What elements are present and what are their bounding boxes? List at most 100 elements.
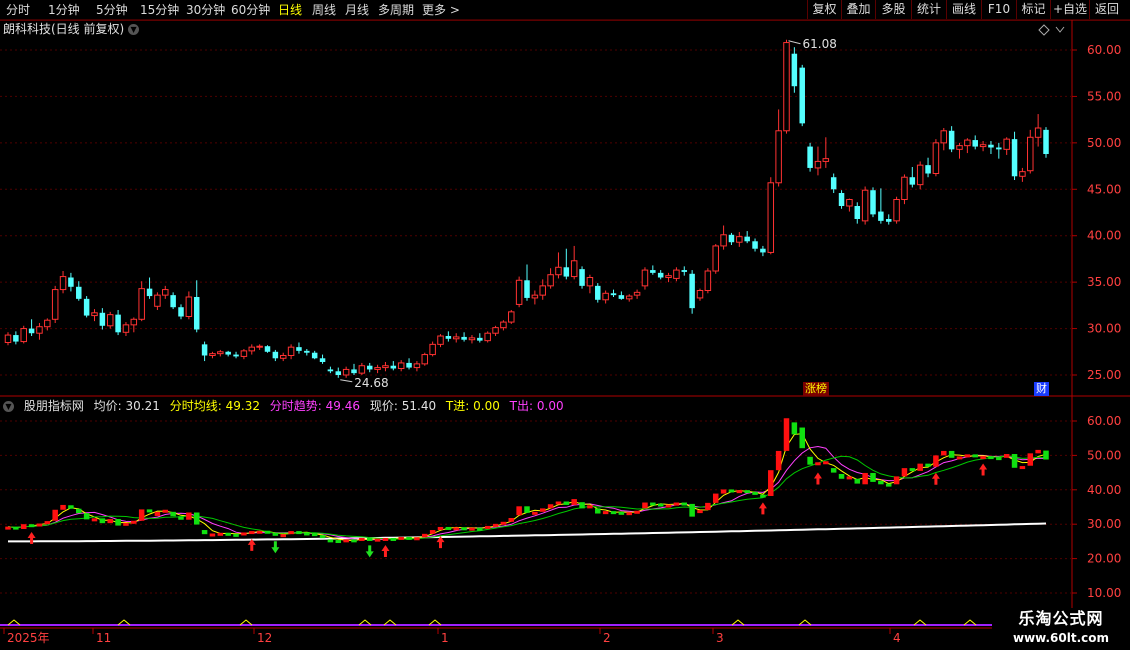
high-label: 61.08 <box>803 37 837 51</box>
indicator-bar-up <box>288 531 294 535</box>
candle-body-up <box>775 130 782 184</box>
indicator-bar-up <box>44 521 51 525</box>
candle-body-up <box>508 311 515 323</box>
indicator-bar-up <box>484 525 491 529</box>
candle-body-up <box>240 350 248 357</box>
candle-body-down <box>854 206 861 219</box>
candle-body-up <box>720 234 727 247</box>
candle-body-up <box>138 288 145 320</box>
candle-body-up <box>44 319 51 328</box>
indicator-bar-up <box>500 521 507 525</box>
candle-body-down <box>791 53 798 87</box>
indicator-bar-up <box>783 418 790 451</box>
candle-body-down <box>225 351 231 355</box>
x-tick-label: 11 <box>96 631 111 645</box>
avg-price-line <box>8 522 1047 543</box>
candle-body-up <box>625 295 633 300</box>
candle-body-up <box>248 346 256 352</box>
candle-body-up <box>154 294 161 307</box>
indicator-bar-down <box>610 511 617 515</box>
candle-body-up <box>696 290 704 299</box>
indicator-bar-up <box>374 538 381 542</box>
indicator-bar-up <box>241 532 247 536</box>
indicator-bar-down <box>524 506 530 513</box>
candle-body-up <box>1034 127 1042 138</box>
indicator-bar-up <box>697 510 703 514</box>
indicator-bar-up <box>1019 466 1026 470</box>
candle-body-down <box>988 144 994 148</box>
indicator-bar-down <box>885 483 892 487</box>
indicator-bar-down <box>681 502 688 506</box>
candle-body-down <box>807 146 813 168</box>
indicator-bar-down <box>996 457 1002 461</box>
candle-body-down <box>563 267 570 277</box>
indicator-bar-up <box>131 520 137 524</box>
candle-body-up <box>555 266 562 276</box>
indicator-bar-up <box>52 509 58 521</box>
indicator-bar-up <box>154 511 161 516</box>
candle-body-up <box>932 142 940 175</box>
indicator-bar-down <box>972 454 978 458</box>
indicator-bar-up <box>634 510 640 514</box>
indicator-bar-up <box>256 530 263 534</box>
indicator-bar-down <box>807 456 813 465</box>
indicator-bar-up <box>186 512 192 520</box>
kline-chart[interactable]: 61.08 24.68 60.00 55.00 50.00 45.00 40.00 35.0… <box>0 0 1130 650</box>
indicator-bar-down <box>909 468 916 472</box>
x-tick-label: 2 <box>603 631 611 645</box>
candle-body-up <box>492 327 499 334</box>
candle-body-down <box>1011 139 1018 177</box>
indicator-bar-down <box>83 513 90 520</box>
indicator-bar-up <box>532 511 538 515</box>
y-tick-label: 30.00 <box>1087 322 1121 336</box>
indicator-bar-up <box>626 512 632 516</box>
indicator-y-tick-label: 20.00 <box>1087 552 1121 566</box>
low-pointer <box>340 379 353 383</box>
indicator-bar-down <box>728 489 735 493</box>
indicator-bar-down <box>201 530 208 535</box>
zhangbang-tag[interactable]: 涨榜 <box>803 382 829 396</box>
candle-body-down <box>838 193 845 206</box>
indicator-bar-down <box>335 540 342 544</box>
indicator-bar-up <box>862 472 868 485</box>
candle-body-up <box>665 275 672 278</box>
candle-body-up <box>162 289 169 296</box>
candle-body-up <box>783 42 790 132</box>
candle-body-up <box>437 335 444 345</box>
candle-body-down <box>689 273 695 309</box>
indicator-bar-up <box>917 463 923 471</box>
indicator-bar-up <box>539 508 546 512</box>
candle-body-up <box>602 292 609 301</box>
y-tick-label: 55.00 <box>1087 89 1121 103</box>
indicator-bar-down <box>76 508 82 514</box>
candle-body-up <box>217 351 224 355</box>
chevron-down-icon[interactable]: ▼ <box>3 401 14 412</box>
candle-body-up <box>893 199 900 222</box>
indicator-bar-up <box>492 523 499 527</box>
indicator-bar-down <box>351 539 357 543</box>
indicator-bar-up <box>964 454 971 458</box>
candle-body-down <box>193 297 200 330</box>
indicator-bar-down <box>461 527 467 531</box>
indicator-bar-up <box>91 518 98 522</box>
indicator-y-tick-label: 10.00 <box>1087 586 1121 600</box>
indicator-bar-down <box>146 509 153 513</box>
candle-body-down <box>760 248 766 253</box>
candle-body-down <box>178 307 184 317</box>
candle-body-up <box>91 312 98 317</box>
indicator-bar-up <box>956 456 963 460</box>
indicator-bar-up <box>60 504 66 510</box>
candle-body-down <box>351 369 357 374</box>
candle-body-up <box>641 269 649 287</box>
indicator-bar-up <box>36 523 43 527</box>
indicator-bar-up <box>720 489 727 494</box>
candle-body-down <box>99 312 106 326</box>
finance-tag[interactable]: 财 <box>1034 382 1049 396</box>
candle-body-up <box>964 139 971 147</box>
buy-arrow-icon <box>979 463 988 476</box>
high-pointer <box>788 40 801 45</box>
indicator-bar-up <box>893 476 900 485</box>
indicator-bar-up <box>547 504 554 509</box>
indicator-bar-up <box>941 450 947 456</box>
indicator-bar-down <box>477 527 483 531</box>
